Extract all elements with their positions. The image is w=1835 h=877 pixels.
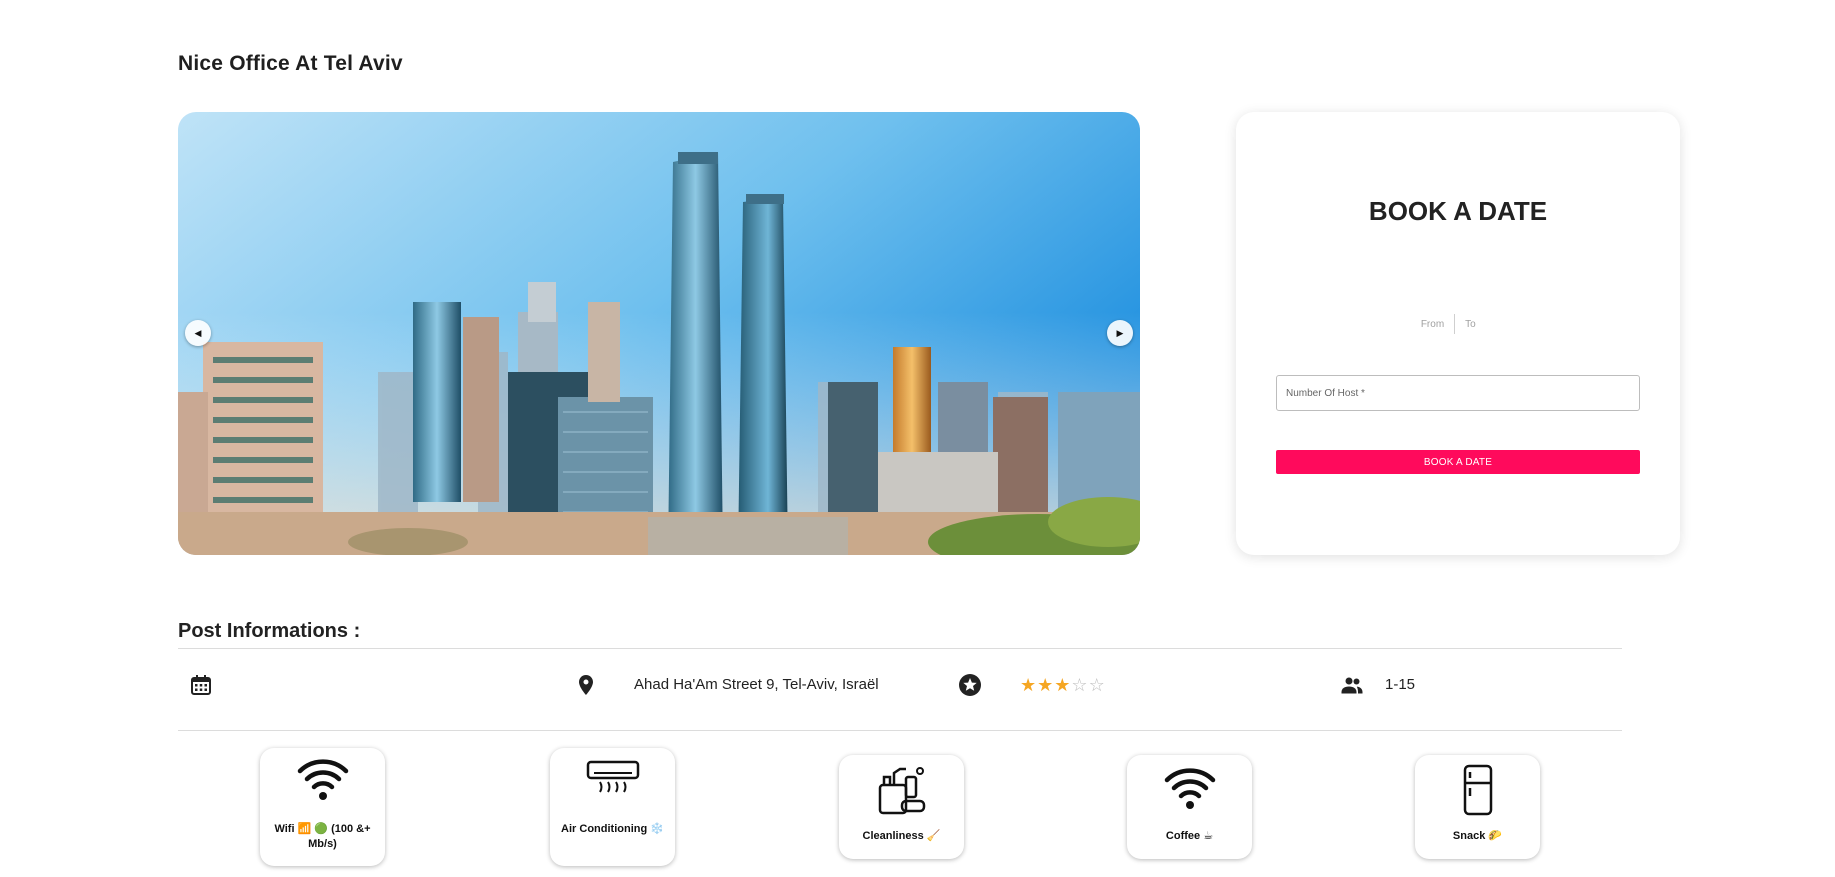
page: Nice Office At Tel Aviv ◀ ▶ BOOK A DATE …: [0, 0, 1835, 877]
book-a-date-button[interactable]: BOOK A DATE: [1276, 450, 1640, 474]
carousel-next-button[interactable]: ▶: [1107, 320, 1133, 346]
date-from-field[interactable]: From: [1421, 319, 1454, 330]
wifi-icon: [297, 759, 348, 800]
star-filled-icon: ★: [1054, 675, 1071, 695]
amenity-card-air-conditioning: Air Conditioning ❄️: [550, 748, 675, 866]
booking-title: BOOK A DATE: [1368, 196, 1548, 226]
star-filled-icon: ★: [1037, 675, 1054, 695]
air-conditioner-icon: [586, 760, 639, 793]
date-to-field[interactable]: To: [1455, 319, 1495, 330]
amenity-label: Wifi 📶 🟢 (100 &+ Mb/s): [274, 823, 371, 850]
date-range-picker[interactable]: From To: [1236, 314, 1680, 334]
star-badge-icon: [959, 674, 981, 696]
post-info-title: Post Informations :: [178, 620, 361, 642]
image-carousel[interactable]: [178, 112, 1140, 555]
location-pin-icon: [579, 675, 593, 695]
amenity-card-coffee: Coffee ☕: [1127, 755, 1252, 859]
people-icon: [1341, 677, 1363, 694]
page-title: Nice Office At Tel Aviv: [178, 52, 403, 75]
amenity-card-wifi: Wifi 📶 🟢 (100 &+ Mb/s): [260, 748, 385, 866]
amenity-card-snack: Snack 🌮: [1415, 755, 1540, 859]
fridge-icon: [1463, 764, 1492, 816]
rating-stars: ★ ★ ★ ☆ ☆: [1020, 675, 1105, 695]
star-empty-icon: ☆: [1088, 675, 1105, 695]
divider: [178, 648, 1622, 649]
star-filled-icon: ★: [1020, 675, 1037, 695]
amenity-label: Snack 🌮: [1452, 830, 1503, 842]
booking-card: BOOK A DATE From To BOOK A DATE: [1236, 112, 1680, 555]
amenity-card-cleanliness: Cleanliness 🧹: [839, 755, 964, 859]
capacity-text: 1-15: [1385, 676, 1416, 693]
calendar-icon: [191, 675, 211, 695]
cleaning-supplies-icon: [878, 767, 925, 815]
amenity-label: Air Conditioning ❄️: [561, 823, 664, 835]
amenity-label: Cleanliness 🧹: [862, 830, 941, 842]
star-empty-icon: ☆: [1071, 675, 1088, 695]
chevron-right-icon: ▶: [1116, 327, 1124, 338]
carousel-prev-button[interactable]: ◀: [185, 320, 211, 346]
wifi-icon: [1164, 768, 1215, 809]
divider: [178, 730, 1622, 731]
amenity-label: Coffee ☕: [1165, 830, 1214, 842]
chevron-left-icon: ◀: [194, 327, 202, 338]
city-skyline-image: [178, 112, 1140, 555]
address-text: Ahad Ha'Am Street 9, Tel-Aviv, Israël: [634, 676, 879, 693]
number-of-host-input[interactable]: [1276, 375, 1640, 411]
